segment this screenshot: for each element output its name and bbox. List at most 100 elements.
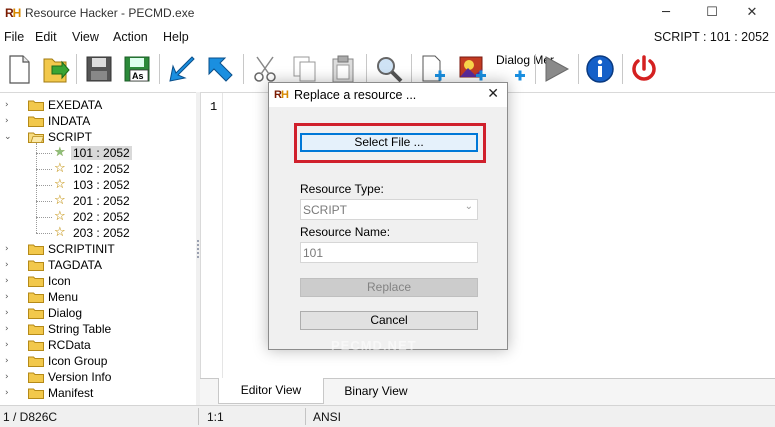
tree-item-exedata[interactable]: › EXEDATA	[0, 97, 196, 113]
expand-icon[interactable]: ›	[5, 259, 15, 271]
tree-item-script[interactable]: ⌄ SCRIPT	[0, 129, 196, 145]
run-script-icon[interactable]	[203, 52, 237, 86]
tree-item-102[interactable]: ☆ 102 : 2052	[0, 161, 196, 177]
folder-open-icon	[28, 132, 44, 143]
tree-item-201[interactable]: ☆ 201 : 2052	[0, 193, 196, 209]
current-resource-id: SCRIPT : 101 : 2052	[653, 30, 769, 44]
star-icon: ☆	[54, 225, 66, 240]
find-icon[interactable]	[372, 52, 406, 86]
tree-item-icon-group[interactable]: › Icon Group	[0, 353, 196, 369]
resource-tree: › EXEDATA › INDATA ⌄ SCRIPT ★ 101 : 2052…	[0, 92, 196, 405]
line-number: 1	[210, 100, 218, 114]
line-number-gutter: 1	[201, 93, 223, 379]
tree-item-103[interactable]: ☆ 103 : 2052	[0, 177, 196, 193]
info-icon[interactable]	[583, 52, 617, 86]
star-icon: ☆	[54, 193, 66, 208]
expand-icon[interactable]: ›	[5, 355, 15, 367]
star-icon: ☆	[54, 177, 66, 192]
paste-icon[interactable]	[326, 52, 360, 86]
menu-bar: File Edit View Action Help SCRIPT : 101 …	[0, 27, 775, 47]
select-file-button[interactable]: Select File ...	[300, 133, 478, 152]
add-resource-icon[interactable]	[417, 52, 451, 86]
expand-icon[interactable]: ›	[5, 339, 15, 351]
tab-binary-view[interactable]: Binary View	[326, 379, 426, 403]
collapse-icon[interactable]: ⌄	[4, 131, 14, 143]
expand-icon[interactable]: ›	[5, 115, 15, 127]
app-logo-icon: RH	[5, 6, 21, 20]
replace-image-icon[interactable]	[456, 52, 490, 86]
cancel-button[interactable]: Cancel	[300, 311, 478, 330]
resource-type-label: Resource Type:	[300, 182, 384, 196]
folder-icon	[28, 372, 44, 383]
status-bar: 1 / D826C 1:1 ANSI	[0, 405, 775, 427]
copy-icon[interactable]	[288, 52, 322, 86]
watermark: PECMD.NET	[331, 338, 417, 353]
expand-icon[interactable]: ›	[5, 371, 15, 383]
tab-editor-view[interactable]: Editor View	[218, 378, 324, 404]
tree-item-icon[interactable]: › Icon	[0, 273, 196, 289]
menu-edit[interactable]: Edit	[35, 30, 57, 44]
tree-item-manifest[interactable]: › Manifest	[0, 385, 196, 401]
dialog-title-bar: RH Replace a resource ... ✕	[269, 83, 507, 107]
folder-icon	[28, 260, 44, 271]
chevron-down-icon: ⌄	[464, 201, 473, 212]
cut-icon[interactable]	[249, 52, 283, 86]
play-icon[interactable]	[540, 52, 574, 86]
save-as-icon[interactable]: As	[120, 52, 154, 86]
app-logo-icon: RH	[274, 89, 289, 101]
resource-name-label: Resource Name:	[300, 225, 391, 239]
status-cursor: 1:1	[207, 410, 224, 424]
tree-item-scriptinit[interactable]: › SCRIPTINIT	[0, 241, 196, 257]
folder-icon	[28, 308, 44, 319]
folder-icon	[28, 324, 44, 335]
close-button[interactable]: ✕	[729, 0, 775, 27]
tree-item-string-table[interactable]: › String Table	[0, 321, 196, 337]
window-title: Resource Hacker - PECMD.exe	[25, 6, 195, 20]
menu-action[interactable]: Action	[113, 30, 148, 44]
svg-text:As: As	[132, 71, 144, 81]
tree-item-101[interactable]: ★ 101 : 2052	[0, 145, 196, 161]
folder-icon	[28, 356, 44, 367]
tree-item-202[interactable]: ☆ 202 : 2052	[0, 209, 196, 225]
resource-type-select[interactable]: SCRIPT ⌄	[300, 199, 478, 220]
tree-item-version-info[interactable]: › Version Info	[0, 369, 196, 385]
folder-icon	[28, 244, 44, 255]
resource-name-input[interactable]: 101	[300, 242, 478, 263]
status-offset: 1 / D826C	[3, 410, 58, 424]
folder-icon	[28, 276, 44, 287]
dialog-close-button[interactable]: ✕	[487, 86, 499, 102]
folder-icon	[28, 100, 44, 111]
open-file-icon[interactable]	[38, 52, 72, 86]
expand-icon[interactable]: ›	[5, 307, 15, 319]
minimize-button[interactable]: ─	[643, 0, 689, 27]
menu-help[interactable]: Help	[163, 30, 189, 44]
grip-icon	[197, 240, 199, 258]
compile-icon[interactable]	[165, 52, 199, 86]
tree-item-203[interactable]: ☆ 203 : 2052	[0, 225, 196, 241]
folder-icon	[28, 340, 44, 351]
expand-icon[interactable]: ›	[5, 387, 15, 399]
menu-view[interactable]: View	[72, 30, 99, 44]
new-file-icon[interactable]	[2, 52, 36, 86]
save-icon[interactable]	[82, 52, 116, 86]
replace-button[interactable]: Replace	[300, 278, 478, 297]
title-bar: RH Resource Hacker - PECMD.exe ─ ☐ ✕	[0, 0, 775, 27]
tree-item-indata[interactable]: › INDATA	[0, 113, 196, 129]
star-icon: ☆	[54, 209, 66, 224]
status-encoding: ANSI	[313, 410, 342, 424]
expand-icon[interactable]: ›	[5, 243, 15, 255]
expand-icon[interactable]: ›	[5, 275, 15, 287]
expand-icon[interactable]: ›	[5, 323, 15, 335]
tree-item-dialog[interactable]: › Dialog	[0, 305, 196, 321]
star-icon: ☆	[54, 161, 66, 176]
tree-item-menu[interactable]: › Menu	[0, 289, 196, 305]
expand-icon[interactable]: ›	[5, 291, 15, 303]
view-tabs: Editor View Binary View	[200, 378, 775, 405]
tree-item-rcdata[interactable]: › RCData	[0, 337, 196, 353]
menu-file[interactable]: File	[4, 30, 24, 44]
expand-icon[interactable]: ›	[5, 99, 15, 111]
dialog-menu-icon[interactable]: Dialog Mer	[495, 52, 554, 86]
power-icon[interactable]	[627, 52, 661, 86]
folder-icon	[28, 388, 44, 399]
tree-item-tagdata[interactable]: › TAGDATA	[0, 257, 196, 273]
